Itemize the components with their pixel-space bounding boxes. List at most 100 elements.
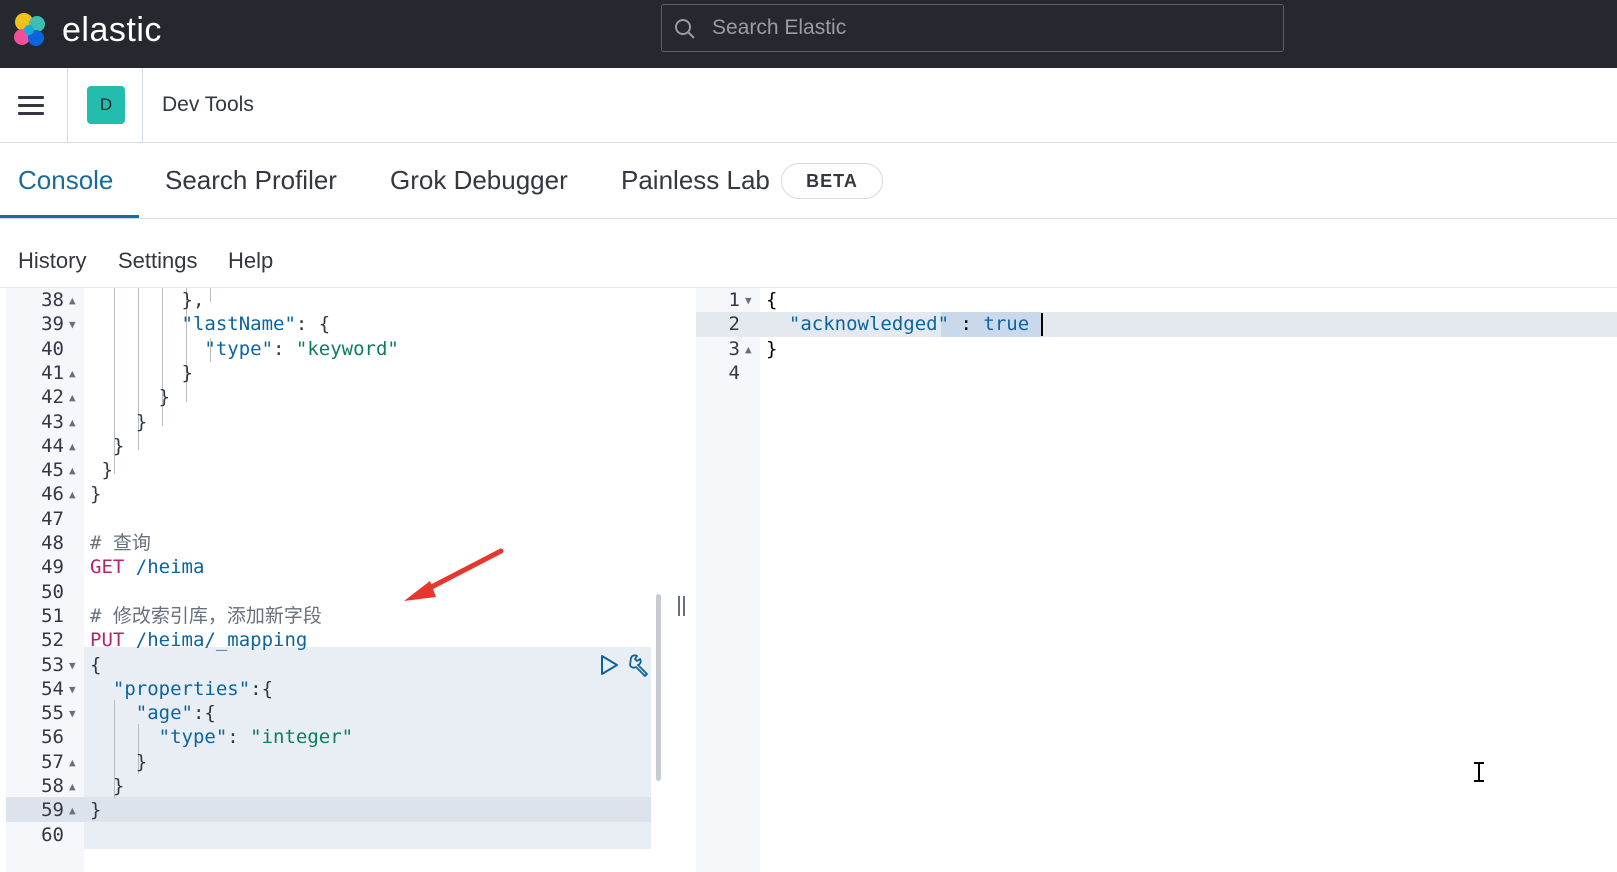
text-cursor-icon [1474, 762, 1484, 782]
code-line[interactable]: 4 [696, 361, 1617, 386]
code-line[interactable]: 48 # 查询 [6, 531, 651, 556]
beta-badge: BETA [781, 163, 883, 199]
code-line[interactable]: 53 ▼ { [6, 653, 651, 678]
line-number: 1 [728, 289, 740, 311]
code-line[interactable]: 54 ▼ "properties":{ [6, 677, 651, 702]
tab-search-profiler[interactable]: Search Profiler [165, 163, 337, 197]
code-text: GET /heima [90, 556, 205, 579]
space-avatar[interactable]: D [87, 86, 125, 124]
code-text: "properties":{ [112, 677, 274, 700]
code-line[interactable]: 56 "type": "integer" [6, 725, 651, 750]
fold-close-icon[interactable]: ▲ [69, 288, 79, 313]
header-divider [142, 68, 143, 143]
search-placeholder: Search Elastic [712, 16, 847, 39]
code-line[interactable]: 2 "acknowledged" : true [696, 312, 1617, 337]
code-line[interactable]: 59 ▲} [6, 798, 651, 823]
code-text: "age":{ [135, 702, 216, 725]
code-text: { [766, 289, 778, 311]
code-line[interactable]: 38 ▲ }, [6, 288, 651, 313]
code-text: "lastName": { [181, 313, 331, 336]
elastic-logo-icon[interactable] [10, 10, 50, 50]
code-text: PUT /heima/_mapping [90, 629, 308, 652]
tab-console[interactable]: Console [18, 163, 113, 197]
tab-painless-lab[interactable]: Painless Lab [621, 163, 770, 197]
code-line[interactable]: 45 ▲ } [6, 458, 651, 483]
wrench-icon[interactable] [626, 652, 652, 678]
panel-resizer[interactable] [677, 596, 687, 616]
fold-close-icon[interactable]: ▲ [69, 482, 79, 507]
code-line[interactable]: 60 [6, 823, 651, 848]
code-text: { [90, 653, 102, 676]
code-text: } [90, 799, 102, 822]
fold-close-icon[interactable]: ▲ [69, 798, 79, 823]
fold-close-icon[interactable]: ▲ [69, 385, 79, 410]
code-line[interactable]: 58 ▲ } [6, 774, 651, 799]
search-icon [675, 19, 695, 39]
fold-open-icon[interactable]: ▼ [69, 701, 79, 726]
code-text: } [766, 337, 778, 360]
fold-close-icon[interactable]: ▲ [69, 434, 79, 459]
code-text: } [90, 750, 148, 773]
line-number: 60 [41, 823, 64, 846]
fold-close-icon[interactable]: ▲ [745, 337, 752, 362]
line-number: 41 [41, 361, 64, 384]
fold-open-icon[interactable]: ▼ [69, 653, 79, 678]
code-line[interactable]: 51 # 修改索引库，添加新字段 [6, 604, 651, 629]
code-text: } [90, 483, 102, 506]
code-line[interactable]: 42 ▲ } [6, 385, 651, 410]
code-line[interactable]: 43 ▲ } [6, 410, 651, 435]
code-text: } [90, 361, 193, 384]
line-number: 53 [41, 653, 64, 676]
line-number: 39 [41, 313, 64, 336]
line-number: 40 [41, 337, 64, 360]
code-line[interactable]: 44 ▲ } [6, 434, 651, 459]
code-line[interactable]: 47 [6, 507, 651, 532]
line-number: 51 [41, 604, 64, 627]
fold-close-icon[interactable]: ▲ [69, 410, 79, 435]
fold-close-icon[interactable]: ▲ [69, 750, 79, 775]
code-text: }, [90, 289, 205, 311]
code-line[interactable]: 55 ▼ "age":{ [6, 701, 651, 726]
app-header: D Dev Tools [0, 68, 1617, 143]
help-link[interactable]: Help [228, 246, 273, 276]
fold-open-icon[interactable]: ▼ [69, 677, 79, 702]
code-line[interactable]: 39 ▼ "lastName": { [6, 312, 651, 337]
fold-open-icon[interactable]: ▼ [745, 288, 752, 313]
line-number: 47 [41, 507, 64, 530]
fold-close-icon[interactable]: ▲ [69, 458, 79, 483]
run-request-icon[interactable] [599, 654, 619, 676]
code-line[interactable]: 3 ▲} [696, 337, 1617, 362]
search-input[interactable]: Search Elastic [661, 4, 1284, 52]
fold-close-icon[interactable]: ▲ [69, 361, 79, 386]
line-number: 52 [41, 629, 64, 652]
code-line[interactable]: 52 PUT /heima/_mapping [6, 628, 651, 653]
response-editor[interactable]: 1 ▼ {2 "acknowledged" : true 3 ▲} 4 [696, 288, 1617, 872]
code-line[interactable]: 41 ▲ } [6, 361, 651, 386]
code-line[interactable]: 46 ▲} [6, 482, 651, 507]
code-text: "type": "integer" [158, 726, 354, 749]
code-text: } [90, 459, 113, 482]
active-tab-indicator [0, 215, 139, 218]
code-text: # 查询 [90, 532, 151, 554]
fold-open-icon[interactable]: ▼ [69, 312, 79, 337]
line-number: 50 [41, 580, 64, 603]
code-line[interactable]: 57 ▲ } [6, 750, 651, 775]
code-text: "type": "keyword" [204, 337, 399, 360]
line-number: 4 [728, 361, 740, 384]
brand-name[interactable]: elastic [62, 8, 162, 52]
code-text: } [90, 410, 148, 433]
code-line[interactable]: 1 ▼ { [696, 288, 1617, 313]
line-number: 57 [41, 750, 64, 773]
code-text: # 修改索引库，添加新字段 [90, 604, 322, 627]
code-line[interactable]: 49 GET /heima [6, 555, 651, 580]
request-editor[interactable]: 38 ▲ }, 39 ▼ "lastName": {40 "type": "keywo… [6, 288, 696, 872]
fold-close-icon[interactable]: ▲ [69, 774, 79, 799]
editor-scrollbar[interactable] [656, 594, 661, 781]
code-line[interactable]: 50 [6, 580, 651, 605]
menu-icon[interactable] [18, 96, 44, 116]
code-text: "acknowledged" : true [788, 313, 1030, 336]
settings-link[interactable]: Settings [118, 246, 198, 276]
code-line[interactable]: 40 "type": "keyword" [6, 337, 651, 362]
history-link[interactable]: History [18, 246, 86, 276]
tab-grok-debugger[interactable]: Grok Debugger [390, 163, 568, 197]
